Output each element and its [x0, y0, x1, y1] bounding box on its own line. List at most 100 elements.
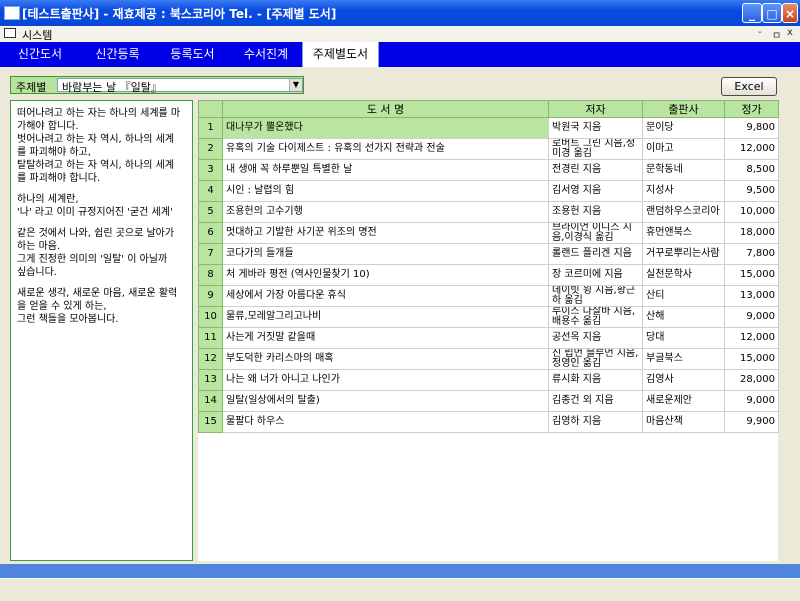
tab-new-books[interactable]: 신간도서 — [0, 42, 80, 67]
tab-bar: 신간도서 신간등록 등록도서 수서진계 주제별도서 — [0, 42, 800, 67]
cell-num: 6 — [198, 222, 223, 244]
excel-export-button[interactable]: Excel — [721, 77, 777, 96]
cell-author: 김서영 지음 — [548, 180, 643, 202]
cell-price: 12,000 — [724, 327, 779, 349]
cell-author: 로버트 그린 지음,정미경 옮김 — [548, 138, 643, 160]
subject-select-value: 바람부는 날 『일탈』 — [62, 81, 162, 94]
tab-new-registration[interactable]: 신간등록 — [80, 42, 155, 67]
cell-title: 조용헌의 고수기행 — [222, 201, 549, 223]
cell-num: 10 — [198, 306, 223, 328]
cell-num: 4 — [198, 180, 223, 202]
table-row[interactable]: 3내 생애 꼭 하루뿐일 특별한 날 전경린 지음 문학동네 8,500 — [198, 159, 779, 181]
cell-price: 9,800 — [724, 117, 779, 139]
cell-author: 박원국 지음 — [548, 117, 643, 139]
cell-author: 류시화 지음 — [548, 369, 643, 391]
cell-num: 13 — [198, 369, 223, 391]
cell-title: 물류,모레알그리고나비 — [222, 306, 549, 328]
header-publisher[interactable]: 출판사 — [642, 100, 725, 118]
table-row[interactable]: 4 시인 : 날렵의 힘 김서영 지음 지성사 9,500 — [198, 180, 779, 202]
table-row[interactable]: 9 세상에서 가장 아름다운 휴식 데이빗 윙 지음,황근하 옮김 산티 13,000 — [198, 285, 779, 307]
table-row[interactable]: 15 물팔다 하우스 김영하 지음 마음산책 9,900 — [198, 411, 779, 433]
cell-publisher: 산티 — [642, 285, 725, 307]
cell-title: 사는게 거짓말 같을때 — [222, 327, 549, 349]
cell-num: 7 — [198, 243, 223, 265]
cell-title: 코다가의 들개들 — [222, 243, 549, 265]
tab-registered-books[interactable]: 등록도서 — [155, 42, 230, 67]
cell-author: 김종건 외 지음 — [548, 390, 643, 412]
table-row[interactable]: 7 코다가의 들개들 롤랜드 플리겐 지음 거꾸로뿌리는사람 7,800 — [198, 243, 779, 265]
cell-price: 7,800 — [724, 243, 779, 265]
mdi-child-icon — [4, 28, 16, 38]
header-price[interactable]: 정가 — [724, 100, 779, 118]
cell-publisher: 부글북스 — [642, 348, 725, 370]
description-paragraph: 떠어나려고 하는 자는 하나의 세계를 마 가해야 합니다. 벗어나려고 하는 … — [17, 108, 181, 184]
description-paragraph: 하나의 세계란, '나' 라고 이미 규정지어진 '굳건 세계' — [17, 194, 173, 218]
cell-num: 3 — [198, 159, 223, 181]
cell-num: 1 — [198, 117, 223, 139]
cell-price: 15,000 — [724, 264, 779, 286]
cell-price: 10,000 — [724, 201, 779, 223]
cell-author: 브라이언 이니스 지음,이경식 옮김 — [548, 222, 643, 244]
table-row[interactable]: 6 멋대하고 기발한 사기꾼 위조의 명전 브라이언 이니스 지음,이경식 옮김 휴먼… — [198, 222, 779, 244]
cell-num: 11 — [198, 327, 223, 349]
table-header-row: 도 서 명 저자 출판사 정가 — [198, 100, 779, 118]
cell-title: 세상에서 가장 아름다운 휴식 — [222, 285, 549, 307]
table-row[interactable]: 13 나는 왜 너가 아니고 나인가 류시화 지음 김영사 28,000 — [198, 369, 779, 391]
cell-num: 8 — [198, 264, 223, 286]
cell-title: 유혹의 기술 다이제스트 : 유혹의 선가지 전략과 전술 — [222, 138, 549, 160]
cell-author: 롤랜드 플리겐 지음 — [548, 243, 643, 265]
child-minimize-button[interactable]: - — [758, 27, 762, 38]
table-row[interactable]: 14 일탈(일상에서의 탈출) 김종건 외 지음 새로운제안 9,000 — [198, 390, 779, 412]
cell-title: 부도덕한 카리스마의 매혹 — [222, 348, 549, 370]
cell-price: 9,000 — [724, 306, 779, 328]
child-close-button[interactable]: x — [787, 27, 793, 38]
cell-publisher: 당대 — [642, 327, 725, 349]
chevron-down-icon[interactable]: ▼ — [289, 79, 302, 91]
table-row[interactable]: 10 물류,모레알그리고나비 루이스 다살바 지음,배용수 옮김 산해 9,000 — [198, 306, 779, 328]
table-row[interactable]: 1 대나무가 뿔온했다 박원국 지음 문이당 9,800 — [198, 117, 779, 139]
maximize-button[interactable]: □ — [762, 3, 782, 23]
cell-publisher: 거꾸로뿌리는사람 — [642, 243, 725, 265]
cell-num: 2 — [198, 138, 223, 160]
table-row[interactable]: 12 부도덕한 카리스마의 매혹 진 립먼 블루먼 지음,정영인 옮김 부글북스 15,… — [198, 348, 779, 370]
table-row[interactable]: 8처 게바라 평전 (역사인물찾기 10) 장 코르미에 지음 실천문학사 15,00… — [198, 264, 779, 286]
status-strip — [0, 564, 800, 578]
cell-publisher: 마음산책 — [642, 411, 725, 433]
subject-filter-label: 주제별 — [16, 81, 47, 94]
description-paragraph: 같은 것에서 나와, 쉽린 곳으로 날아가 하는 마음. 그게 진정한 의미의 … — [17, 228, 175, 278]
menu-system[interactable]: 시스템 — [22, 27, 52, 43]
table-row[interactable]: 5 조용헌의 고수기행 조용헌 지음 랜덤하우스코리아 10,000 — [198, 201, 779, 223]
cell-title: 시인 : 날렵의 힘 — [222, 180, 549, 202]
table-row[interactable]: 2 유혹의 기술 다이제스트 : 유혹의 선가지 전략과 전술 로버트 그린 지음,… — [198, 138, 779, 160]
child-restore-button[interactable]: ㅁ — [772, 27, 781, 42]
tab-acquisition[interactable]: 수서진계 — [230, 42, 302, 67]
close-button[interactable]: × — [782, 3, 798, 23]
subject-description-panel: 떠어나려고 하는 자는 하나의 세계를 마 가해야 합니다. 벗어나려고 하는 … — [10, 100, 193, 561]
status-bar — [0, 578, 800, 601]
cell-num: 15 — [198, 411, 223, 433]
cell-price: 15,000 — [724, 348, 779, 370]
cell-title: 처 게바라 평전 (역사인물찾기 10) — [222, 264, 549, 286]
subject-filter: 주제별 바람부는 날 『일탈』 ▼ — [10, 76, 304, 94]
cell-author: 전경린 지음 — [548, 159, 643, 181]
cell-publisher: 휴먼앤북스 — [642, 222, 725, 244]
subject-select[interactable]: 바람부는 날 『일탈』 ▼ — [57, 78, 303, 94]
cell-price: 28,000 — [724, 369, 779, 391]
cell-publisher: 김영사 — [642, 369, 725, 391]
cell-price: 18,000 — [724, 222, 779, 244]
minimize-button[interactable]: _ — [742, 3, 762, 23]
table-row[interactable]: 11 사는게 거짓말 같을때 공선옥 지음 당대 12,000 — [198, 327, 779, 349]
cell-publisher: 새로운제안 — [642, 390, 725, 412]
cell-price: 8,500 — [724, 159, 779, 181]
book-table-area: 도 서 명 저자 출판사 정가 1 대나무가 뿔온했다 박원국 지음 문이당 9,800… — [198, 100, 779, 561]
cell-author: 공선옥 지음 — [548, 327, 643, 349]
window-title: [테스트출판사] - 재효제공 : 북스코리아 Tel. - [주제별 도서] — [22, 7, 337, 21]
header-title[interactable]: 도 서 명 — [222, 100, 549, 118]
cell-num: 5 — [198, 201, 223, 223]
header-author[interactable]: 저자 — [548, 100, 643, 118]
tab-subject-books[interactable]: 주제별도서 — [302, 42, 379, 67]
cell-publisher: 이마고 — [642, 138, 725, 160]
cell-author: 장 코르미에 지음 — [548, 264, 643, 286]
cell-author: 조용헌 지음 — [548, 201, 643, 223]
cell-title: 멋대하고 기발한 사기꾼 위조의 명전 — [222, 222, 549, 244]
